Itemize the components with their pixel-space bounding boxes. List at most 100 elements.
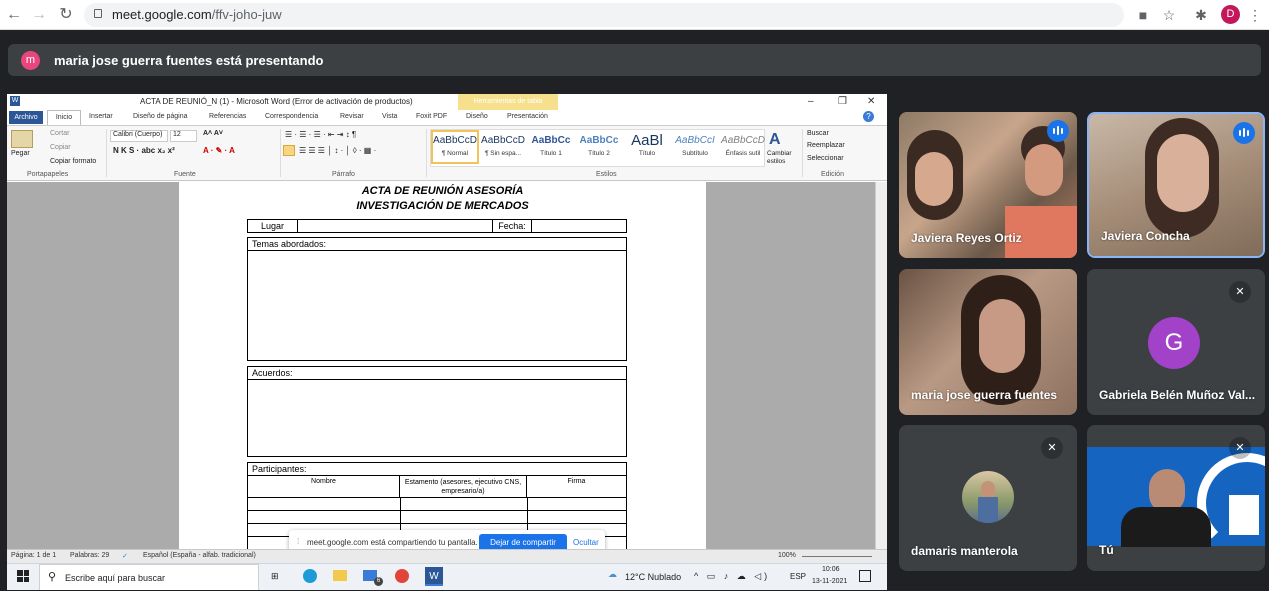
lugar-fecha-row: Lugar Fecha: — [247, 219, 627, 233]
style-titulo2[interactable]: AaBbCc Título 2 — [575, 132, 623, 157]
system-tray-icons[interactable]: ^ ▭ ♪ ☁ ◁) — [694, 571, 770, 582]
style-titulo1[interactable]: AaBbCc Título 1 — [527, 132, 575, 157]
copy-button[interactable]: Copiar — [50, 144, 71, 151]
shared-screen: W ACTA DE REUNIÓ_N (1) - Microsoft Word … — [7, 94, 887, 590]
style-sin-espaciado[interactable]: AaBbCcD ¶ Sin espa... — [479, 132, 527, 157]
word-title: ACTA DE REUNIÓ_N (1) - Microsoft Word (E… — [140, 97, 413, 106]
tab-archivo[interactable]: Archivo — [9, 111, 43, 124]
temas-label: Temas abordados: — [248, 238, 626, 251]
browser-toolbar: ← → ↻ meet.google.com/ffv-joho-juw ■ ☆ ✱… — [0, 0, 1269, 30]
tab-inicio[interactable]: Inicio — [47, 110, 81, 125]
status-words[interactable]: Palabras: 29 — [70, 552, 109, 559]
notifications-icon[interactable] — [859, 570, 871, 582]
help-icon[interactable]: ? — [863, 111, 874, 122]
back-icon[interactable]: ← — [3, 4, 25, 26]
find-button[interactable]: Buscar — [807, 130, 829, 137]
participant-name: damaris manterola — [911, 544, 1018, 558]
task-view-icon[interactable]: ⊞ — [271, 571, 279, 582]
tab-insertar[interactable]: Insertar — [89, 113, 113, 120]
participant-tile[interactable]: maria jose guerra fuentes — [899, 269, 1077, 415]
change-styles-icon[interactable]: A — [769, 131, 781, 149]
edge-icon[interactable] — [303, 569, 317, 583]
spellcheck-icon[interactable]: ✓ — [122, 552, 128, 560]
clock-time[interactable]: 10:06 — [822, 566, 840, 573]
status-page[interactable]: Página: 1 de 1 — [11, 552, 56, 559]
tab-revisar[interactable]: Revisar — [340, 113, 364, 120]
address-bar[interactable]: meet.google.com/ffv-joho-juw — [84, 3, 1124, 27]
tab-presentacion[interactable]: Presentación — [507, 113, 548, 120]
participant-name: Javiera Concha — [1101, 229, 1190, 243]
style-subtitulo[interactable]: AaBbCcI Subtítulo — [671, 132, 719, 157]
windows-start-icon[interactable] — [17, 570, 29, 582]
table-row[interactable] — [248, 511, 626, 524]
document-page[interactable]: ACTA DE REUNIÓN ASESORÍA INVESTIGACIÓN D… — [179, 182, 706, 554]
zoom-slider[interactable] — [802, 556, 872, 557]
participant-tile[interactable]: Javiera Reyes Ortiz — [899, 112, 1077, 258]
vertical-scrollbar[interactable] — [875, 182, 887, 551]
search-icon: ⚲ — [48, 571, 57, 583]
minimize-icon[interactable]: – — [808, 96, 814, 107]
close-icon[interactable]: ✕ — [867, 96, 875, 107]
word-icon: W — [10, 96, 20, 106]
tab-foxit[interactable]: Foxit PDF — [416, 113, 447, 120]
select-button[interactable]: Seleccionar — [807, 155, 844, 162]
participant-tile[interactable]: ✕ G Gabriela Belén Muñoz Val... — [1087, 269, 1265, 415]
format-painter-button[interactable]: Copiar formato — [50, 158, 96, 165]
align-icons[interactable]: ☰ ☰ ☰ │ ↕ · │ ◊ · ▦ · — [299, 146, 376, 155]
extensions-icon[interactable]: ✱ — [1191, 4, 1211, 26]
temas-box[interactable]: Temas abordados: — [247, 237, 627, 361]
windows-taskbar: ⚲ Escribe aquí para buscar ⊞ 6 W ☁ 12°C … — [7, 563, 887, 590]
change-styles-button[interactable]: Cambiar estilos — [767, 150, 801, 166]
profile-avatar[interactable]: D — [1221, 5, 1240, 24]
font-color-icon[interactable]: A · ✎ · A — [203, 146, 235, 155]
clipboard-group-label: Portapapeles — [27, 171, 69, 178]
forward-icon[interactable]: → — [28, 4, 50, 26]
maximize-icon[interactable]: ❐ — [838, 96, 847, 107]
clock-date[interactable]: 13-11-2021 — [812, 578, 847, 585]
tab-vista[interactable]: Vista — [382, 113, 397, 120]
hide-button[interactable]: Ocultar — [573, 538, 599, 547]
reload-icon[interactable]: ↻ — [55, 4, 77, 26]
presenter-avatar: m — [21, 51, 40, 70]
participant-tile[interactable]: ✕ damaris manterola — [899, 425, 1077, 571]
cut-button[interactable]: Cortar — [50, 130, 69, 137]
replace-button[interactable]: Reemplazar — [807, 142, 845, 149]
table-row[interactable] — [248, 498, 626, 511]
word-taskbar-icon[interactable]: W — [425, 567, 443, 586]
styles-group-label: Estilos — [596, 171, 617, 178]
paste-icon[interactable] — [11, 130, 33, 148]
chrome-icon[interactable] — [395, 569, 409, 583]
star-icon[interactable]: ☆ — [1159, 4, 1179, 26]
ribbon: Pegar Cortar Copiar Copiar formato Porta… — [7, 125, 887, 181]
folder-icon[interactable] — [333, 570, 347, 581]
participant-tile[interactable]: Javiera Concha — [1087, 112, 1265, 258]
paste-button[interactable]: Pegar — [11, 150, 30, 157]
mail-badge: 6 — [374, 577, 383, 586]
tab-correspondencia[interactable]: Correspondencia — [265, 113, 318, 120]
style-normal[interactable]: AaBbCcD ¶ Normal — [431, 130, 479, 164]
tab-diseno-pagina[interactable]: Diseño de página — [133, 113, 188, 120]
menu-icon[interactable]: ⋮ — [1245, 4, 1265, 26]
align-left-icon[interactable] — [283, 145, 295, 156]
style-titulo[interactable]: AaBl Título — [623, 132, 671, 157]
grow-font-icon[interactable]: A˄ A˅ — [203, 130, 223, 137]
participant-tile[interactable]: ✕ Tú — [1087, 425, 1265, 571]
tab-referencias[interactable]: Referencias — [209, 113, 246, 120]
url-text: meet.google.com/ffv-joho-juw — [112, 7, 282, 22]
font-name-select[interactable]: Calibri (Cuerpo) — [110, 130, 168, 142]
camera-icon[interactable]: ■ — [1133, 4, 1153, 26]
lugar-label: Lugar — [248, 220, 298, 232]
taskbar-search[interactable]: ⚲ Escribe aquí para buscar — [39, 564, 259, 590]
font-size-select[interactable]: 12 — [170, 130, 197, 142]
acuerdos-box[interactable]: Acuerdos: — [247, 366, 627, 457]
mic-off-icon: ✕ — [1229, 437, 1251, 459]
style-enfasis-sutil[interactable]: AaBbCcD Énfasis sutil — [719, 132, 767, 157]
list-icons[interactable]: ☰ · ☰ · ☰ · ⇤ ⇥ ↕ ¶ — [285, 130, 356, 139]
status-language[interactable]: Español (España - alfab. tradicional) — [143, 552, 256, 559]
language-indicator[interactable]: ESP — [790, 572, 806, 581]
weather-text[interactable]: 12°C Nublado — [625, 572, 681, 582]
font-format-icons[interactable]: N K S · abc x₂ x² — [113, 146, 175, 155]
drag-handle-icon[interactable]: ⁞ — [297, 537, 299, 546]
zoom-level[interactable]: 100% — [778, 552, 796, 559]
tab-diseno[interactable]: Diseño — [466, 113, 488, 120]
